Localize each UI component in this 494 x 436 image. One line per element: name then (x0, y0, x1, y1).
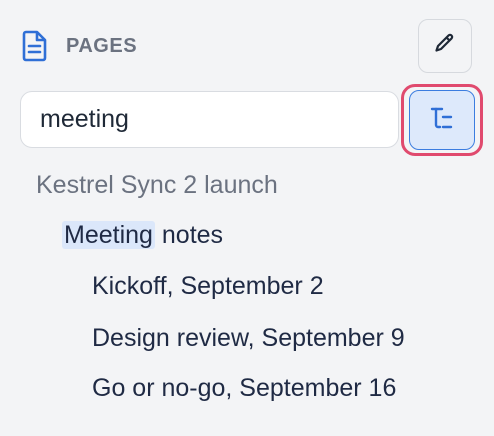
tree-view-toggle-button[interactable] (409, 90, 475, 150)
result-child-page[interactable]: Design review, September 9 (92, 323, 405, 353)
result-child-page[interactable]: Kickoff, September 2 (92, 271, 324, 301)
pages-panel: PAGES Kestrel Sync 2 launch Meeting note… (0, 0, 494, 436)
section-title: PAGES (66, 34, 138, 57)
pencil-icon (433, 32, 457, 61)
document-icon (22, 30, 48, 62)
search-input[interactable] (20, 91, 399, 148)
tree-view-icon (429, 105, 455, 136)
edit-button[interactable] (418, 19, 472, 73)
result-match-page[interactable]: Meeting notes (62, 220, 224, 250)
match-rest: notes (154, 221, 224, 249)
result-parent-page[interactable]: Kestrel Sync 2 launch (36, 170, 278, 200)
result-child-page[interactable]: Go or no-go, September 16 (92, 373, 396, 403)
match-highlight: Meeting (62, 221, 155, 249)
pages-header: PAGES (22, 30, 137, 62)
